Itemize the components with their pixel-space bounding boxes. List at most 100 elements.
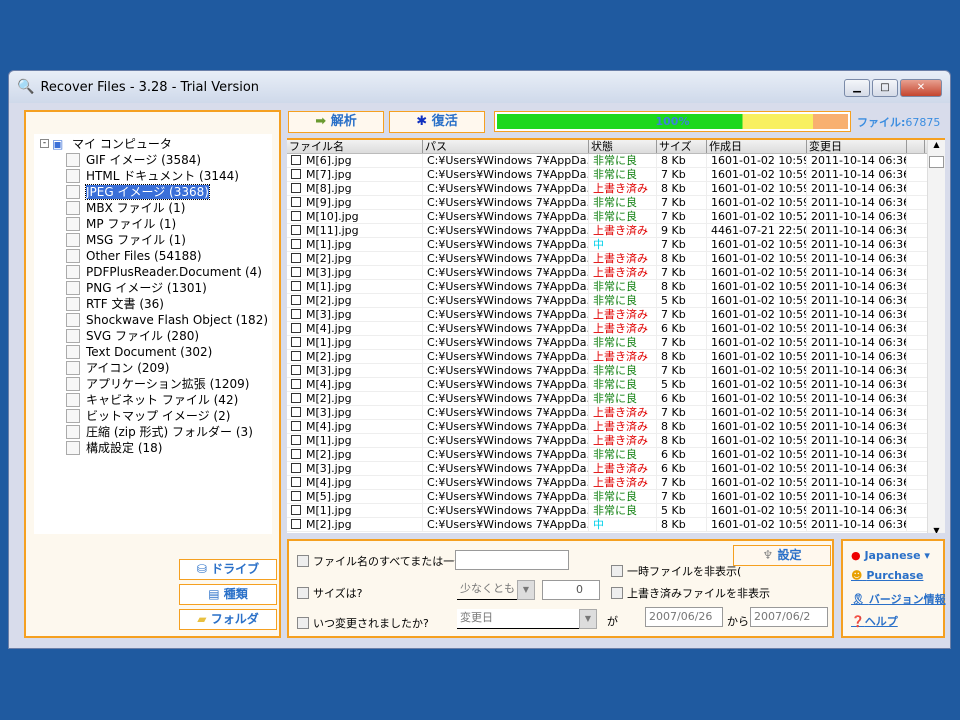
table-row[interactable]: M[2].jpg C:¥Users¥Windows 7¥AppDa... 非常に良 6… (287, 448, 945, 462)
settings-button[interactable]: ♆ 設定 (733, 545, 831, 566)
close-button[interactable]: ✕ (900, 79, 942, 97)
row-checkbox[interactable] (291, 519, 301, 529)
name-filter-checkbox[interactable]: ファイル名のすべてまたは一部 (297, 553, 465, 569)
row-checkbox[interactable] (291, 449, 301, 459)
table-row[interactable]: M[2].jpg C:¥Users¥Windows 7¥AppDa... 中 8 Kb… (287, 518, 945, 532)
type-button[interactable]: ▤ 種類 (179, 584, 277, 605)
hide-overwritten-checkbox[interactable]: 上書き済みファイルを非表示 (611, 585, 770, 601)
tree-item[interactable]: アイコン (209) (66, 360, 169, 376)
date-type-select[interactable]: 変更日 (457, 609, 579, 629)
purchase-link[interactable]: ☻ Purchase (851, 569, 923, 582)
row-checkbox[interactable] (291, 281, 301, 291)
tree-item[interactable]: RTF 文書 (36) (66, 296, 164, 312)
name-filter-input[interactable] (455, 550, 569, 570)
row-checkbox[interactable] (291, 365, 301, 375)
row-checkbox[interactable] (291, 253, 301, 263)
row-checkbox[interactable] (291, 421, 301, 431)
folder-button[interactable]: ▰ フォルダ (179, 609, 277, 630)
table-row[interactable]: M[3].jpg C:¥Users¥Windows 7¥AppDa... 非常に良 7… (287, 364, 945, 378)
tree-item[interactable]: Other Files (54188) (66, 248, 202, 264)
table-row[interactable]: M[4].jpg C:¥Users¥Windows 7¥AppDa... 非常に良 5… (287, 378, 945, 392)
collapse-icon[interactable]: - (40, 139, 49, 148)
table-row[interactable]: M[2].jpg C:¥Users¥Windows 7¥AppDa... 上書き済み… (287, 252, 945, 266)
tree-item[interactable]: アプリケーション拡張 (1209) (66, 376, 249, 392)
tree-item[interactable]: 圧縮 (zip 形式) フォルダー (3) (66, 424, 253, 440)
row-checkbox[interactable] (291, 351, 301, 361)
row-checkbox[interactable] (291, 239, 301, 249)
size-value-stepper[interactable]: 0 (542, 580, 600, 600)
to-date-input[interactable]: 2007/06/2 (750, 607, 828, 627)
row-checkbox[interactable] (291, 435, 301, 445)
recover-button[interactable]: ✱ 復活 (389, 111, 485, 133)
row-checkbox[interactable] (291, 379, 301, 389)
scroll-thumb[interactable] (929, 156, 944, 168)
table-row[interactable]: M[2].jpg C:¥Users¥Windows 7¥AppDa... 非常に良 5… (287, 294, 945, 308)
table-row[interactable]: M[1].jpg C:¥Users¥Windows 7¥AppDa... 非常に良 5… (287, 504, 945, 518)
tree-item[interactable]: SVG ファイル (280) (66, 328, 199, 344)
table-row[interactable]: M[4].jpg C:¥Users¥Windows 7¥AppDa... 上書き済み… (287, 420, 945, 434)
table-row[interactable]: M[11].jpg C:¥Users¥Windows 7¥AppDa... 上書き済… (287, 224, 945, 238)
scroll-down-icon[interactable]: ▼ (928, 526, 945, 533)
row-checkbox[interactable] (291, 197, 301, 207)
table-row[interactable]: M[3].jpg C:¥Users¥Windows 7¥AppDa... 上書き済み… (287, 266, 945, 280)
table-row[interactable]: M[2].jpg C:¥Users¥Windows 7¥AppDa... 非常に良 6… (287, 392, 945, 406)
row-checkbox[interactable] (291, 393, 301, 403)
column-header[interactable]: ファイル名 (287, 140, 423, 153)
tree-item[interactable]: PDFPlusReader.Document (4) (66, 264, 262, 280)
row-checkbox[interactable] (291, 211, 301, 221)
table-row[interactable]: M[5].jpg C:¥Users¥Windows 7¥AppDa... 非常に良 7… (287, 490, 945, 504)
row-checkbox[interactable] (291, 183, 301, 193)
table-row[interactable]: M[1].jpg C:¥Users¥Windows 7¥AppDa... 中 7 Kb… (287, 238, 945, 252)
hide-temp-checkbox[interactable]: 一時ファイルを非表示( (611, 563, 741, 579)
tree-item[interactable]: キャビネット ファイル (42) (66, 392, 238, 408)
row-checkbox[interactable] (291, 155, 301, 165)
row-checkbox[interactable] (291, 505, 301, 515)
tree-item[interactable]: MSG ファイル (1) (66, 232, 186, 248)
help-link[interactable]: ❓ヘルプ (851, 613, 898, 629)
version-info-link[interactable]: 🎗 バージョン情報 (851, 591, 946, 607)
tree-item[interactable]: 構成設定 (18) (66, 440, 162, 456)
table-row[interactable]: M[8].jpg C:¥Users¥Windows 7¥AppDa... 上書き済み… (287, 182, 945, 196)
tree-root[interactable]: - ▣ マイ コンピュータ (40, 136, 172, 152)
table-row[interactable]: M[3].jpg C:¥Users¥Windows 7¥AppDa... 上書き済み… (287, 462, 945, 476)
tree-item[interactable]: ビットマップ イメージ (2) (66, 408, 230, 424)
table-row[interactable]: M[2].jpg C:¥Users¥Windows 7¥AppDa... 上書き済み… (287, 350, 945, 364)
chevron-down-icon[interactable]: ▼ (579, 609, 597, 629)
table-row[interactable]: M[9].jpg C:¥Users¥Windows 7¥AppDa... 非常に良 7… (287, 196, 945, 210)
minimize-button[interactable]: ▁ (844, 79, 870, 97)
tree-item[interactable]: JPEG イメージ (3368) (66, 184, 210, 200)
table-row[interactable]: M[4].jpg C:¥Users¥Windows 7¥AppDa... 上書き済み… (287, 322, 945, 336)
drive-button[interactable]: ⛁ ドライブ (179, 559, 277, 580)
vertical-scrollbar[interactable]: ▲ ▼ (927, 140, 945, 533)
row-checkbox[interactable] (291, 407, 301, 417)
column-header[interactable]: 状態 (589, 140, 657, 153)
row-checkbox[interactable] (291, 267, 301, 277)
modified-filter-checkbox[interactable]: いつ変更されましたか? (297, 615, 429, 631)
table-row[interactable]: M[1].jpg C:¥Users¥Windows 7¥AppDa... 上書き済み… (287, 434, 945, 448)
row-checkbox[interactable] (291, 295, 301, 305)
row-checkbox[interactable] (291, 477, 301, 487)
table-row[interactable]: M[4].jpg C:¥Users¥Windows 7¥AppDa... 上書き済み… (287, 476, 945, 490)
table-row[interactable]: M[3].jpg C:¥Users¥Windows 7¥AppDa... 上書き済み… (287, 308, 945, 322)
row-checkbox[interactable] (291, 323, 301, 333)
table-row[interactable]: M[1].jpg C:¥Users¥Windows 7¥AppDa... 非常に良 8… (287, 280, 945, 294)
tree-item[interactable]: GIF イメージ (3584) (66, 152, 201, 168)
row-checkbox[interactable] (291, 169, 301, 179)
row-checkbox[interactable] (291, 309, 301, 319)
table-row[interactable]: M[1].jpg C:¥Users¥Windows 7¥AppDa... 非常に良 7… (287, 336, 945, 350)
tree-item[interactable]: MBX ファイル (1) (66, 200, 185, 216)
column-header[interactable]: サイズ (657, 140, 707, 153)
column-header[interactable]: パス (423, 140, 589, 153)
chevron-down-icon[interactable]: ▼ (517, 580, 535, 600)
size-filter-checkbox[interactable]: サイズは? (297, 585, 363, 601)
from-date-input[interactable]: 2007/06/26 (645, 607, 723, 627)
table-row[interactable]: M[3].jpg C:¥Users¥Windows 7¥AppDa... 上書き済み… (287, 406, 945, 420)
language-select[interactable]: ● Japanese ▾ (851, 549, 930, 562)
column-header[interactable]: 変更日 (807, 140, 907, 153)
table-row[interactable]: M[10].jpg C:¥Users¥Windows 7¥AppDa... 非常に良… (287, 210, 945, 224)
tree-item[interactable]: MP ファイル (1) (66, 216, 176, 232)
table-row[interactable]: M[6].jpg C:¥Users¥Windows 7¥AppDa... 非常に良 8… (287, 154, 945, 168)
table-row[interactable]: M[7].jpg C:¥Users¥Windows 7¥AppDa... 非常に良 7… (287, 168, 945, 182)
analyze-button[interactable]: ➡ 解析 (288, 111, 384, 133)
row-checkbox[interactable] (291, 337, 301, 347)
